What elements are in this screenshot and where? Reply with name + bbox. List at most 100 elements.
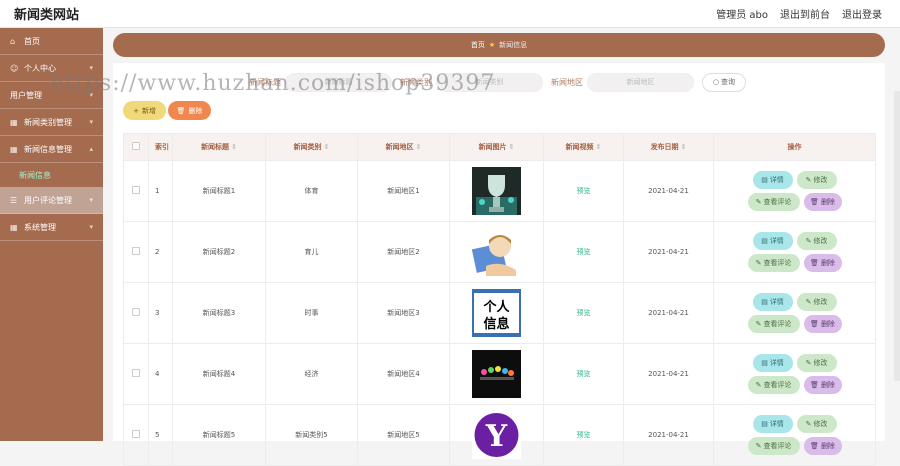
row-ops: ▤ 详情 ✎ 修改 ✎ 查看评论 🗑 删除 [713, 343, 876, 405]
header-region[interactable]: 新闻地区 ⇕ [357, 133, 450, 161]
select-all-checkbox[interactable] [123, 133, 149, 161]
news-thumbnail[interactable] [471, 228, 521, 276]
row-category: 新闻类别5 [265, 404, 358, 466]
trash-icon: 🗑 [810, 320, 819, 328]
topbar-links: 管理员 abo 退出到前台 退出登录 [716, 6, 882, 21]
header-index: 索引 [148, 133, 173, 161]
chevron-down-icon: ▾ [89, 196, 93, 204]
news-thumbnail[interactable]: Y [472, 411, 521, 459]
row-ops: ▤ 详情 ✎ 修改 ✎ 查看评论 🗑 删除 [713, 282, 876, 344]
row-checkbox[interactable] [123, 343, 149, 405]
delete-button[interactable]: 🗑 删除 [803, 254, 842, 272]
title-filter-input[interactable]: 新闻标题 [285, 72, 392, 92]
add-button[interactable]: + 新增 [123, 101, 166, 120]
detail-button[interactable]: ▤ 详情 [752, 293, 793, 311]
row-image[interactable] [449, 343, 544, 405]
view-comments-button[interactable]: ✎ 查看评论 [747, 437, 800, 455]
detail-icon: ▤ [761, 298, 768, 306]
edit-button[interactable]: ✎ 修改 [796, 354, 837, 372]
sort-icon: ⇕ [231, 143, 237, 151]
row-date: 2021-04-21 [623, 160, 714, 222]
title-filter-label: 新闻标题 [249, 77, 281, 87]
detail-icon: ▤ [761, 237, 768, 245]
admin-label: 管理员 abo [716, 10, 768, 21]
sidebar-item-comments[interactable]: ☰ 用户评论管理 ▾ [0, 187, 103, 214]
main-content: 首页 ★ 新闻信息 新闻标题 新闻标题 新闻类别 新闻类别 新闻地区 新闻地区 … [103, 28, 900, 466]
sidebar-item-profile[interactable]: ☺ 个人中心 ▾ [0, 55, 103, 82]
header-category[interactable]: 新闻类别 ⇕ [265, 133, 358, 161]
row-video-link[interactable]: 预览 [543, 343, 624, 405]
category-filter-input[interactable]: 新闻类别 [436, 72, 543, 92]
search-button[interactable]: ○ 查询 [702, 72, 746, 92]
sidebar-subitem-news-info[interactable]: 新闻信息 [0, 163, 103, 187]
scrollbar[interactable] [894, 91, 900, 381]
row-category: 时事 [265, 282, 358, 344]
region-filter-input[interactable]: 新闻地区 [587, 72, 694, 92]
sidebar-item-home[interactable]: ⌂ 首页 [0, 28, 103, 55]
detail-button[interactable]: ▤ 详情 [752, 232, 793, 250]
trash-icon: 🗑 [810, 381, 819, 389]
sidebar-item-news[interactable]: ▦ 新闻信息管理 ▴ [0, 136, 103, 163]
table-row: 5 新闻标题5 新闻类别5 新闻地区5 Y 预览 2021-04-21 ▤ 详情 ✎ 修改 ✎ 查看评论… [123, 404, 876, 466]
edit-icon: ✎ [755, 442, 762, 450]
user-icon: ☺ [10, 63, 19, 73]
header-video[interactable]: 新闻视频 ⇕ [543, 133, 624, 161]
news-thumbnail[interactable]: 个人 信息 [472, 289, 521, 337]
sidebar-item-users[interactable]: 用户管理 ▾ [0, 82, 103, 109]
edit-button[interactable]: ✎ 修改 [796, 293, 837, 311]
edit-button[interactable]: ✎ 修改 [796, 415, 837, 433]
view-comments-button[interactable]: ✎ 查看评论 [747, 254, 800, 272]
news-thumbnail[interactable] [472, 350, 521, 398]
row-image[interactable]: 个人 信息 [449, 282, 544, 344]
edit-icon: ✎ [805, 420, 812, 428]
row-video-link[interactable]: 预览 [543, 282, 624, 344]
region-filter-label: 新闻地区 [551, 77, 583, 87]
delete-button[interactable]: 🗑 删除 [803, 437, 842, 455]
header-image[interactable]: 新闻图片 ⇕ [449, 133, 544, 161]
sort-icon: ⇕ [680, 143, 687, 151]
delete-button[interactable]: 🗑 删除 [803, 315, 842, 333]
header-ops: 操作 [713, 133, 876, 161]
row-video-link[interactable]: 预览 [543, 221, 624, 283]
row-video-link[interactable]: 预览 [543, 160, 624, 222]
edit-icon: ✎ [805, 176, 812, 184]
table-header-row: 索引 新闻标题 ⇕ 新闻类别 ⇕ 新闻地区 ⇕ 新闻图片 ⇕ 新闻视频 ⇕ 发布日期 ⇕ 操… [123, 133, 876, 161]
view-comments-button[interactable]: ✎ 查看评论 [747, 193, 800, 211]
row-checkbox[interactable] [123, 160, 149, 222]
row-checkbox[interactable] [123, 282, 149, 344]
chevron-up-icon: ▴ [89, 145, 93, 153]
header-title[interactable]: 新闻标题 ⇕ [172, 133, 266, 161]
row-checkbox[interactable] [123, 404, 149, 466]
exit-front-link[interactable]: 退出到前台 [780, 6, 830, 21]
logout-link[interactable]: 退出登录 [842, 6, 882, 21]
trash-icon: 🗑 [810, 259, 819, 267]
row-image[interactable]: Y [449, 404, 544, 466]
view-comments-button[interactable]: ✎ 查看评论 [747, 315, 800, 333]
edit-button[interactable]: ✎ 修改 [796, 232, 837, 250]
detail-button[interactable]: ▤ 详情 [752, 354, 793, 372]
row-image[interactable] [449, 221, 544, 283]
sidebar-item-category[interactable]: ▦ 新闻类别管理 ▾ [0, 109, 103, 136]
view-comments-button[interactable]: ✎ 查看评论 [747, 376, 800, 394]
header-date[interactable]: 发布日期 ⇕ [623, 133, 714, 161]
detail-icon: ▤ [761, 420, 768, 428]
delete-button[interactable]: 🗑 删除 [803, 193, 842, 211]
edit-button[interactable]: ✎ 修改 [796, 171, 837, 189]
trash-icon: 🗑 [810, 442, 819, 450]
row-video-link[interactable]: 预览 [543, 404, 624, 466]
breadcrumb-home[interactable]: 首页 [471, 40, 485, 50]
news-thumbnail[interactable] [472, 167, 521, 215]
delete-button[interactable]: 🗑 删除 [803, 376, 842, 394]
detail-icon: ▤ [761, 176, 768, 184]
row-index: 3 [148, 282, 173, 344]
detail-button[interactable]: ▤ 详情 [752, 415, 793, 433]
row-checkbox[interactable] [123, 221, 149, 283]
sidebar-item-system[interactable]: ▦ 系统管理 ▾ [0, 214, 103, 241]
content-panel: 新闻标题 新闻标题 新闻类别 新闻类别 新闻地区 新闻地区 ○ 查询 + 新增 … [113, 63, 885, 466]
detail-button[interactable]: ▤ 详情 [752, 171, 793, 189]
row-date: 2021-04-21 [623, 282, 714, 344]
bulk-delete-button[interactable]: 🗑 删除 [168, 101, 211, 120]
news-table: 索引 新闻标题 ⇕ 新闻类别 ⇕ 新闻地区 ⇕ 新闻图片 ⇕ 新闻视频 ⇕ 发布日期 ⇕ 操… [123, 133, 876, 466]
row-image[interactable] [449, 160, 544, 222]
row-category: 育儿 [265, 221, 358, 283]
